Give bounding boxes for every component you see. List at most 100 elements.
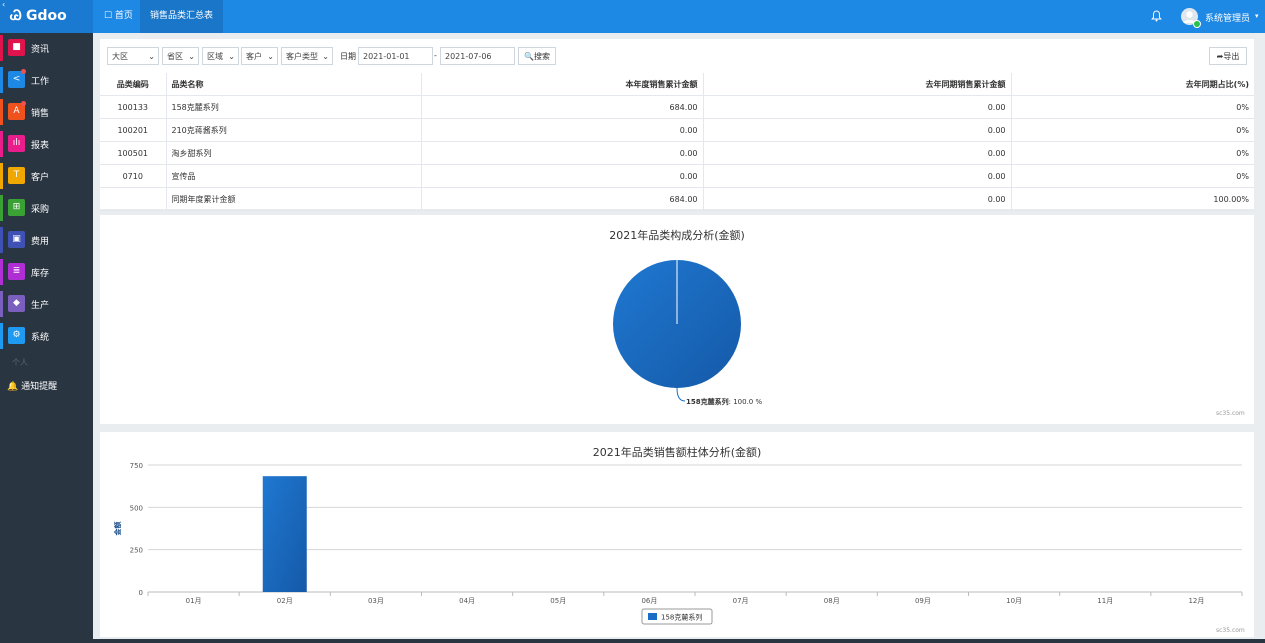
search-button[interactable]: 🔍搜索 bbox=[518, 47, 556, 65]
table-cell: 0.00 bbox=[703, 187, 1012, 211]
table-cell: 100201 bbox=[100, 118, 167, 142]
table-cell: 0% bbox=[1011, 164, 1254, 188]
column-header[interactable]: 去年同期销售累计金额 bbox=[703, 73, 1012, 96]
pie-label-connector bbox=[676, 387, 686, 402]
table-cell: 684.00 bbox=[421, 187, 704, 211]
bar-chart: 0 250 500 750 金额 01月 02月 03月 04月 05月 06月 07月 08月 09月 1… bbox=[113, 462, 1243, 625]
chevron-down-icon: ⌄ bbox=[322, 52, 329, 61]
top-bar: ‹ Ꮚ Gdoo ☐ 首页 销售品类汇总表 系统管理员 ▾ bbox=[0, 0, 1265, 33]
user-name[interactable]: 系统管理员 bbox=[1205, 11, 1250, 24]
table-cell: 0.00 bbox=[703, 141, 1012, 165]
sidebar-item-5[interactable]: ⊞ 采购 bbox=[0, 193, 93, 223]
money-icon: ▣ bbox=[8, 231, 25, 248]
x-tick-label: 09月 bbox=[915, 597, 931, 605]
filter-region-select[interactable]: 大区 ⌄ bbox=[107, 47, 159, 65]
table-cell: 同期年度累计金额 bbox=[166, 187, 422, 211]
column-header[interactable]: 品类编码 bbox=[100, 73, 167, 96]
pie-label-name: 158克麓系列 bbox=[686, 397, 729, 406]
x-tick-label: 07月 bbox=[733, 597, 749, 605]
shirt-icon: T bbox=[8, 167, 25, 184]
sidebar-item-accent bbox=[0, 323, 3, 349]
table-cell: 158克麓系列 bbox=[166, 95, 422, 119]
sidebar-item-accent bbox=[0, 99, 3, 125]
sidebar-item-label: 采购 bbox=[31, 205, 50, 215]
table-cell: 0.00 bbox=[421, 118, 704, 142]
date-from-input[interactable]: 2021-01-01 bbox=[358, 47, 433, 65]
bar-chart-panel: 2021年品类销售额柱体分析(金额) 0 250 500 750 金额 01月 02月 03月… bbox=[100, 432, 1254, 637]
y-tick-label: 0 bbox=[139, 589, 143, 597]
bar[interactable] bbox=[262, 476, 307, 592]
sidebar-item-label: 客户 bbox=[31, 173, 50, 183]
x-tick-label: 08月 bbox=[824, 597, 840, 605]
chevron-down-icon: ⌄ bbox=[267, 52, 274, 61]
table-cell: 0.00 bbox=[703, 118, 1012, 142]
chevron-down-icon: ⌄ bbox=[188, 52, 195, 61]
tab-sales-category-summary[interactable]: 销售品类汇总表 bbox=[140, 0, 224, 33]
sidebar-item-6[interactable]: ▣ 费用 bbox=[0, 225, 93, 255]
sidebar-item-8[interactable]: ◆ 生产 bbox=[0, 289, 93, 319]
brand-name: Gdoo bbox=[26, 8, 67, 24]
sidebar-item-3[interactable]: ılı 报表 bbox=[0, 129, 93, 159]
table-cell: 宣传品 bbox=[166, 164, 422, 188]
table-cell: 0% bbox=[1011, 118, 1254, 142]
back-icon[interactable]: ‹ bbox=[2, 0, 5, 9]
sidebar-section-label: 个人 bbox=[12, 358, 28, 367]
column-header[interactable]: 去年同期占比(%) bbox=[1011, 73, 1254, 96]
table-cell: 淘乡甜系列 bbox=[166, 141, 422, 165]
tab-home[interactable]: ☐ 首页 bbox=[94, 0, 143, 33]
notification-dot bbox=[21, 101, 26, 106]
sidebar-item-label: 系统 bbox=[31, 333, 50, 343]
sidebar-item-4[interactable]: T 客户 bbox=[0, 161, 93, 191]
table-cell: 100501 bbox=[100, 141, 167, 165]
sidebar-item-accent bbox=[0, 291, 3, 317]
table-row[interactable]: 100133 158克麓系列 684.00 0.00 0% bbox=[100, 95, 1254, 119]
filter-customer-type-select[interactable]: 客户类型 ⌄ bbox=[281, 47, 333, 65]
sidebar-item-1[interactable]: < 工作 bbox=[0, 65, 93, 95]
table-row[interactable]: 0710 宣传品 0.00 0.00 0% bbox=[100, 164, 1254, 188]
legend-swatch bbox=[648, 613, 657, 620]
filter-customer-select[interactable]: 客户 ⌄ bbox=[241, 47, 278, 65]
table-cell: 684.00 bbox=[421, 95, 704, 119]
table-row[interactable]: 100201 210克蒋酱系列 0.00 0.00 0% bbox=[100, 118, 1254, 142]
sidebar: 个人 🔔 通知提醒 ■ 资讯 < 工作 A 销售 ılı 报表 T 客户 ⊞ 采购 ▣ 费用 ≣ 库存 ◆ 生产 ⚙… bbox=[0, 33, 93, 643]
sidebar-item-2[interactable]: A 销售 bbox=[0, 97, 93, 127]
notification-dot bbox=[21, 69, 26, 74]
sidebar-item-7[interactable]: ≣ 库存 bbox=[0, 257, 93, 287]
table-cell: 0.00 bbox=[421, 141, 704, 165]
chevron-down-icon[interactable]: ▾ bbox=[1255, 12, 1259, 20]
online-status-dot bbox=[1193, 20, 1201, 28]
bell-icon[interactable] bbox=[1151, 10, 1162, 25]
sidebar-item-notify[interactable]: 🔔 通知提醒 bbox=[7, 379, 57, 392]
sidebar-item-9[interactable]: ⚙ 系统 bbox=[0, 321, 93, 351]
cart-icon: ⊞ bbox=[8, 199, 25, 216]
y-axis-label: 金额 bbox=[113, 522, 122, 537]
table-cell: 210克蒋酱系列 bbox=[166, 118, 422, 142]
sidebar-item-accent bbox=[0, 67, 3, 93]
filter-area-select[interactable]: 区域 ⌄ bbox=[202, 47, 239, 65]
table-row[interactable]: 同期年度累计金额 684.00 0.00 100.00% bbox=[100, 187, 1254, 211]
export-button[interactable]: ➦导出 bbox=[1209, 47, 1247, 65]
filter-province-select[interactable]: 省区 ⌄ bbox=[162, 47, 199, 65]
y-tick-label: 250 bbox=[130, 547, 143, 555]
list-icon: ≣ bbox=[8, 263, 25, 280]
date-to-input[interactable]: 2021-07-06 bbox=[440, 47, 515, 65]
table-cell: 100.00% bbox=[1011, 187, 1254, 211]
sidebar-item-accent bbox=[0, 35, 3, 61]
table-cell: 0710 bbox=[100, 164, 167, 188]
table-header-row: 品类编码 品类名称 本年度销售累计金额 去年同期销售累计金额 去年同期占比(%) bbox=[100, 73, 1254, 96]
bell-icon: 🔔 bbox=[7, 382, 19, 392]
sidebar-item-0[interactable]: ■ 资讯 bbox=[0, 33, 93, 63]
sidebar-item-label: 工作 bbox=[31, 77, 50, 87]
cube-icon: ◆ bbox=[8, 295, 25, 312]
column-header[interactable]: 本年度销售累计金额 bbox=[421, 73, 704, 96]
sidebar-item-label: 资讯 bbox=[31, 45, 50, 55]
table-cell bbox=[100, 187, 167, 211]
table-row[interactable]: 100501 淘乡甜系列 0.00 0.00 0% bbox=[100, 141, 1254, 165]
sidebar-item-accent bbox=[0, 131, 3, 157]
table-cell: 100133 bbox=[100, 95, 167, 119]
sidebar-item-label: 报表 bbox=[31, 141, 50, 151]
table-cell: 0.00 bbox=[421, 164, 704, 188]
column-header[interactable]: 品类名称 bbox=[166, 73, 422, 96]
brand[interactable]: ‹ Ꮚ Gdoo bbox=[0, 0, 93, 33]
table-cell: 0% bbox=[1011, 95, 1254, 119]
